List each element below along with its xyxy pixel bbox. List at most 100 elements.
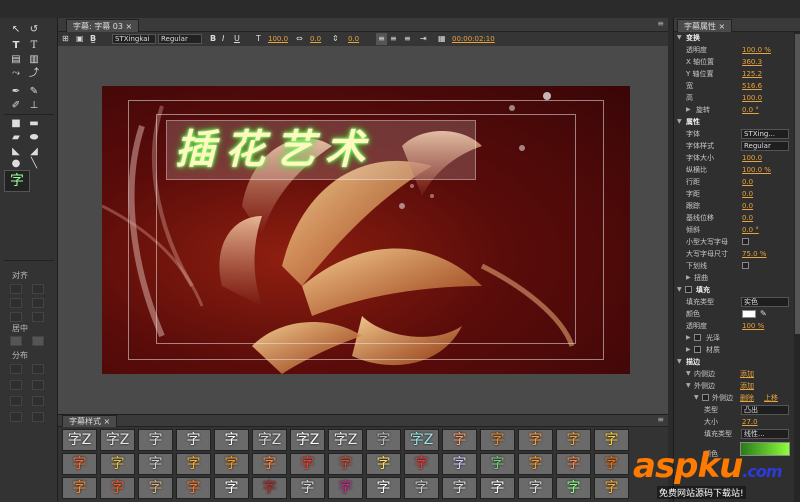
slant-value[interactable]: 0.0 ° [742, 224, 759, 236]
tab-title-properties[interactable]: 字幕属性 × [677, 19, 733, 32]
align-right-icon[interactable] [10, 312, 22, 322]
align-bottom-icon[interactable] [32, 312, 44, 322]
distribute-right-icon[interactable] [10, 396, 22, 406]
fill-opacity-value[interactable]: 100 % [742, 320, 764, 332]
bold-icon[interactable]: B [210, 33, 216, 45]
font-family-select[interactable]: STXingkai [112, 34, 156, 44]
style-swatch[interactable]: 字 [518, 453, 553, 475]
style-swatch[interactable]: 字 [556, 477, 591, 499]
kerning-icon[interactable]: ⇔ [296, 33, 303, 45]
sheen-row[interactable]: ▶ 光泽 [674, 332, 794, 344]
rectangle-tool-icon[interactable]: ■ [8, 118, 24, 130]
expand-triangle-icon[interactable]: ▼ [677, 32, 682, 44]
distribute-space-v-icon[interactable] [32, 412, 44, 422]
aspect-value[interactable]: 100.0 % [742, 164, 771, 176]
style-swatch[interactable]: 字 [366, 453, 401, 475]
panel-menu-icon[interactable]: ≡ [657, 415, 664, 424]
fill-section-header[interactable]: ▼ 填充 [674, 284, 794, 296]
distribute-top-icon[interactable] [32, 364, 44, 374]
area-type-tool-icon[interactable]: ▤ [8, 54, 24, 66]
timecode-value[interactable]: 00:00:02:10 [452, 34, 495, 44]
style-swatch[interactable]: 字 [138, 477, 173, 499]
style-swatch[interactable]: 字 [290, 477, 325, 499]
style-swatch[interactable]: 字Z [404, 429, 439, 451]
leading-icon[interactable]: ⇕ [332, 33, 339, 45]
new-title-icon[interactable]: ⊞ [62, 33, 69, 45]
line-tool-icon[interactable]: ╲ [26, 158, 42, 170]
style-swatch[interactable]: 字 [214, 429, 249, 451]
style-swatch[interactable]: 字 [518, 429, 553, 451]
height-value[interactable]: 100.0 [742, 92, 762, 104]
tracking-value[interactable]: 0.0 [742, 200, 753, 212]
style-swatch[interactable]: 字 [442, 477, 477, 499]
italic-icon[interactable]: I [222, 33, 224, 45]
add-anchor-tool-icon[interactable]: ✎ [26, 86, 42, 98]
underline-icon[interactable]: U [234, 33, 240, 45]
show-background-video-icon[interactable]: ▦ [438, 33, 446, 45]
selection-tool-icon[interactable]: ↖ [8, 24, 24, 36]
kerning-value[interactable]: 0.0 [310, 34, 321, 44]
rounded-rectangle-tool-icon[interactable]: ⬬ [26, 132, 42, 144]
width-value[interactable]: 516.6 [742, 80, 762, 92]
expand-triangle-icon[interactable]: ▶ [686, 104, 691, 116]
scrollbar-thumb[interactable] [795, 34, 800, 334]
texture-checkbox[interactable] [694, 346, 701, 353]
align-left-text-icon[interactable]: ≡ [376, 33, 387, 45]
font-size-value[interactable]: 100.0 [268, 34, 288, 44]
panel-menu-icon[interactable]: ≡ [657, 19, 664, 28]
small-caps-checkbox[interactable] [742, 238, 749, 245]
style-swatch[interactable]: 字 [176, 453, 211, 475]
vertical-type-tool-icon[interactable]: T [26, 40, 42, 52]
style-swatch[interactable]: 字Z [328, 429, 363, 451]
texture-row[interactable]: ▶ 材质 [674, 344, 794, 356]
style-swatch[interactable]: 字 [556, 429, 591, 451]
distribute-left-icon[interactable] [10, 364, 22, 374]
fill-type-select[interactable]: 实色 [741, 297, 789, 307]
delete-stroke-link[interactable]: 删除 [740, 392, 754, 404]
leading-value[interactable]: 0.0 [348, 34, 359, 44]
tab-title-03[interactable]: 字幕: 字幕 03 × [66, 19, 140, 32]
align-left-icon[interactable] [10, 284, 22, 294]
templates-icon[interactable]: B̲ [90, 33, 96, 45]
wedge-tool-icon[interactable]: ◣ [8, 146, 24, 158]
style-swatch[interactable]: 字 [480, 453, 515, 475]
fill-checkbox[interactable] [685, 286, 692, 293]
type-tool-icon[interactable]: T [8, 40, 24, 52]
expand-triangle-icon[interactable]: ▼ [694, 392, 699, 404]
style-swatch[interactable]: 字 [328, 453, 363, 475]
style-swatch[interactable]: 字 [252, 453, 287, 475]
leading-value[interactable]: 0.0 [742, 176, 753, 188]
align-right-text-icon[interactable]: ≡ [404, 33, 411, 45]
style-swatch[interactable]: 字 [138, 429, 173, 451]
font-size-icon[interactable]: T [256, 33, 261, 45]
style-swatch[interactable]: 字 [442, 429, 477, 451]
expand-triangle-icon[interactable]: ▼ [686, 368, 691, 380]
path-type-tool-icon[interactable]: ⤳ [8, 68, 24, 80]
stroke-section-header[interactable]: ▼ 描边 [674, 356, 794, 368]
tab-stops-icon[interactable]: ⇥ [420, 33, 427, 45]
expand-triangle-icon[interactable]: ▶ [686, 272, 691, 284]
style-swatch[interactable]: 字 [290, 453, 325, 475]
font-style-select[interactable]: Regular [741, 141, 789, 151]
align-center-text-icon[interactable]: ≡ [390, 33, 397, 45]
move-up-stroke-link[interactable]: 上移 [764, 392, 778, 404]
style-swatch[interactable]: 字 [214, 477, 249, 499]
font-size-value[interactable]: 100.0 [742, 152, 762, 164]
close-icon[interactable]: × [126, 22, 133, 31]
style-swatch[interactable]: 字 [176, 429, 211, 451]
style-swatch[interactable]: 字 [442, 453, 477, 475]
rotation-value[interactable]: 0.0 ° [742, 104, 759, 116]
tab-title-styles[interactable]: 字幕样式 × [62, 415, 118, 427]
clipped-rectangle-tool-icon[interactable]: ▰ [8, 132, 24, 144]
style-swatch[interactable]: 字 [100, 453, 135, 475]
distribute-center-v-icon[interactable] [32, 380, 44, 390]
style-swatch[interactable]: 字 [594, 477, 629, 499]
distribute-space-h-icon[interactable] [10, 412, 22, 422]
font-select[interactable]: STXing... [741, 129, 789, 139]
align-top-icon[interactable] [32, 284, 44, 294]
center-horizontal-icon[interactable] [10, 336, 22, 346]
roll-crawl-options-icon[interactable]: ▣ [76, 33, 84, 45]
style-swatch[interactable]: 字Z [62, 429, 97, 451]
style-swatch[interactable]: 字 [366, 429, 401, 451]
distribute-center-h-icon[interactable] [10, 380, 22, 390]
